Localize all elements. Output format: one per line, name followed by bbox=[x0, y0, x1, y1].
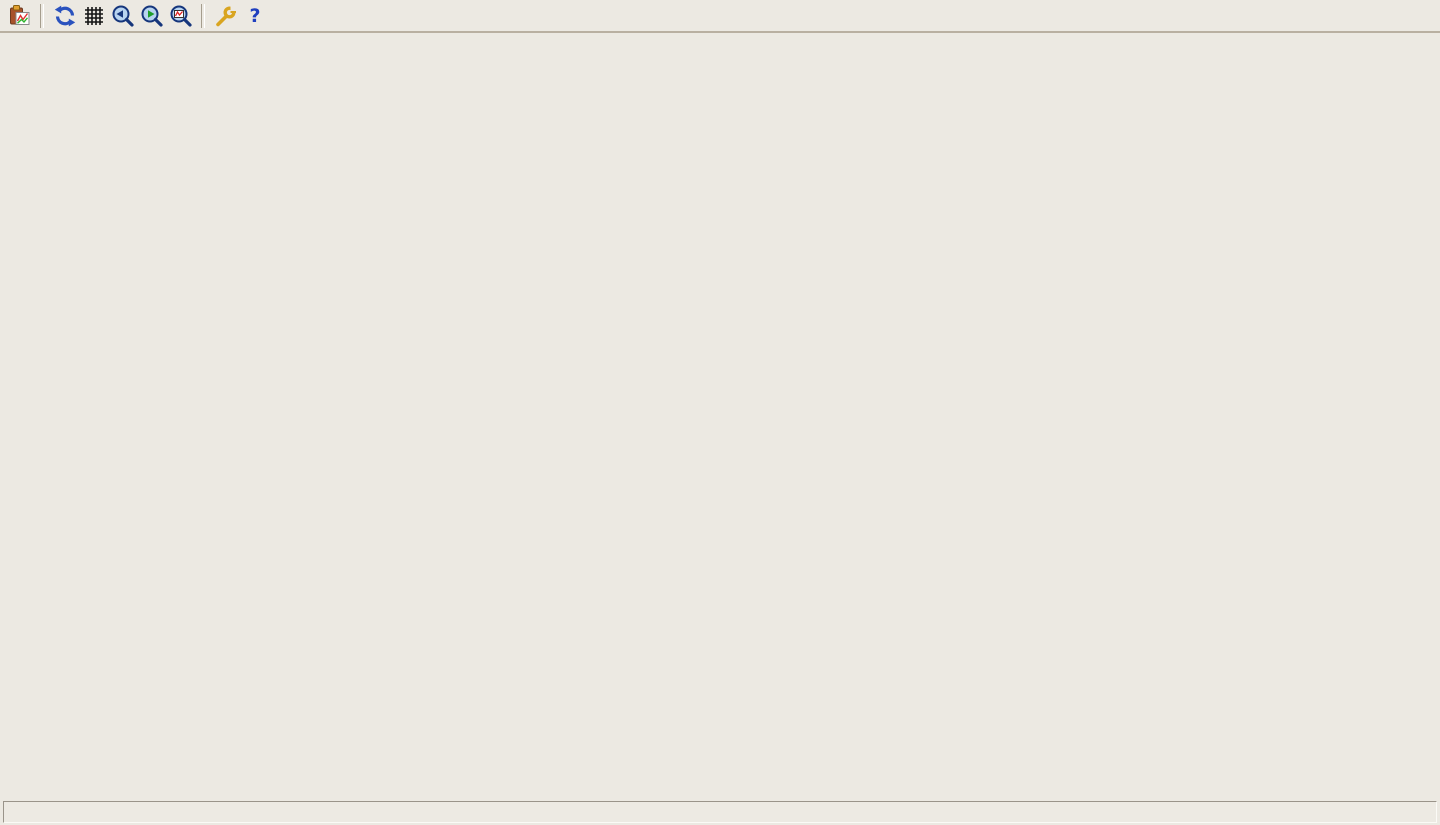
legend-item bbox=[1283, 534, 1343, 551]
zoom-next-button[interactable] bbox=[138, 2, 165, 29]
wrench-icon bbox=[214, 4, 238, 28]
toolbar-separator bbox=[201, 4, 205, 28]
question-mark-icon: ? bbox=[243, 4, 267, 28]
toolbar: ? bbox=[0, 0, 1440, 33]
status-bar bbox=[3, 801, 1437, 823]
legend-item bbox=[1283, 210, 1343, 227]
magnifier-plot-icon bbox=[169, 4, 193, 28]
gnuplot-window: ? bbox=[0, 0, 1440, 825]
refresh-icon bbox=[53, 4, 77, 28]
magnifier-right-arrow-icon bbox=[140, 4, 164, 28]
plot-canvas[interactable] bbox=[0, 0, 1440, 825]
toolbar-separator bbox=[40, 4, 44, 28]
clipboard-chart-icon bbox=[8, 4, 32, 28]
legend-line-sample bbox=[1293, 235, 1343, 237]
help-button[interactable]: ? bbox=[241, 2, 268, 29]
toggle-grid-button[interactable] bbox=[80, 2, 107, 29]
svg-text:?: ? bbox=[249, 5, 260, 27]
zoom-previous-button[interactable] bbox=[109, 2, 136, 29]
legend-line-sample bbox=[1293, 542, 1343, 544]
legend-echo bbox=[1283, 210, 1343, 244]
legend-line-sample bbox=[1293, 218, 1343, 220]
magnifier-left-arrow-icon bbox=[111, 4, 135, 28]
grid-icon bbox=[82, 4, 106, 28]
legend-line-sample bbox=[1293, 525, 1343, 527]
legend-correlation bbox=[1283, 517, 1343, 551]
copy-plot-button[interactable] bbox=[6, 2, 33, 29]
legend-item bbox=[1283, 517, 1343, 534]
configure-button[interactable] bbox=[212, 2, 239, 29]
replot-button[interactable] bbox=[51, 2, 78, 29]
bottom-strip bbox=[0, 798, 1440, 825]
autoscale-button[interactable] bbox=[167, 2, 194, 29]
legend-item bbox=[1283, 227, 1343, 244]
